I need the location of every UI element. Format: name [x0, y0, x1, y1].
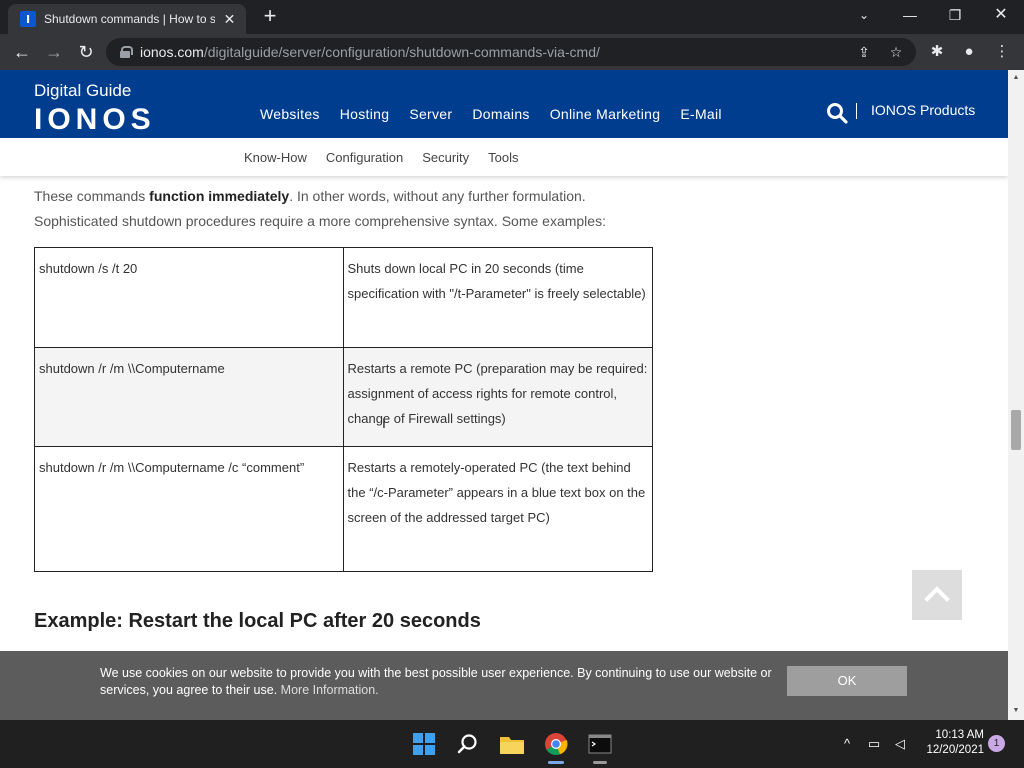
subnav-configuration[interactable]: Configuration [326, 150, 403, 165]
scroll-up-arrow-icon[interactable]: ▲ [1012, 74, 1020, 82]
browser-tab[interactable]: I Shutdown commands | How to sh ✕ [8, 4, 246, 34]
intro-bold: function immediately [149, 188, 290, 204]
notification-badge[interactable]: 1 [988, 735, 1005, 752]
chrome-icon [545, 733, 568, 756]
sub-nav: Know-How Configuration Security Tools [0, 138, 1008, 176]
more-information-link[interactable]: More Information. [281, 683, 379, 697]
close-window-button[interactable]: ✕ [987, 4, 1015, 26]
nav-domains[interactable]: Domains [472, 106, 529, 122]
search-taskbar-button[interactable] [452, 728, 484, 760]
bookmark-star-icon[interactable]: ☆ [886, 42, 906, 62]
file-explorer-button[interactable] [496, 728, 528, 760]
page-viewport: Digital Guide IONOS Websites Hosting Ser… [0, 70, 1008, 720]
new-tab-button[interactable]: + [258, 5, 282, 29]
main-nav: Websites Hosting Server Domains Online M… [260, 106, 742, 122]
ionos-products-link[interactable]: IONOS Products [871, 102, 975, 118]
tab-search-icon[interactable]: ⌄ [850, 4, 878, 26]
digital-guide-label[interactable]: Digital Guide [34, 81, 131, 101]
clock-date: 12/20/2021 [926, 744, 984, 756]
terminal-taskbar-button[interactable] [584, 728, 616, 764]
address-bar[interactable]: ionos.com/digitalguide/server/configurat… [106, 38, 916, 66]
windows-logo-icon [413, 733, 435, 755]
network-icon[interactable]: ▭ [864, 734, 884, 754]
subnav-security[interactable]: Security [422, 150, 469, 165]
example-heading: Example: Restart the local PC after 20 s… [34, 610, 481, 632]
terminal-icon [588, 734, 612, 754]
lock-icon[interactable] [120, 46, 133, 58]
magnifier-icon [457, 734, 477, 754]
nav-email[interactable]: E-Mail [680, 106, 721, 122]
reload-icon[interactable]: ↻ [74, 40, 98, 64]
intro-paragraph: These commands function immediately. In … [34, 184, 654, 234]
nav-online-marketing[interactable]: Online Marketing [550, 106, 661, 122]
description-cell: Restarts a remote PC (preparation may be… [342, 347, 654, 447]
subnav-tools[interactable]: Tools [488, 150, 518, 165]
page-scrollbar[interactable]: ▲ ▼ [1008, 70, 1024, 720]
cookie-text: We use cookies on our website to provide… [100, 666, 772, 697]
close-tab-icon[interactable]: ✕ [221, 11, 238, 28]
active-indicator [548, 761, 564, 764]
volume-muted-icon[interactable]: ◁ [890, 734, 910, 754]
command-cell: shutdown /r /m \\Computername [34, 347, 344, 447]
ionos-logo[interactable]: IONOS [34, 103, 156, 137]
ionos-favicon-icon: I [20, 11, 36, 27]
profile-avatar-icon[interactable]: ● [959, 42, 979, 62]
chevron-up-tray-icon[interactable]: ^ [837, 734, 857, 754]
chevron-up-icon [924, 586, 950, 612]
table-row: shutdown /r /m \\Computername Restarts a… [34, 347, 654, 447]
url-domain: ionos.com [140, 44, 204, 60]
browser-toolbar: ← → ↻ ionos.com/digitalguide/server/conf… [0, 34, 1024, 70]
system-clock[interactable]: 10:13 AM 12/20/2021 [916, 728, 984, 758]
extensions-puzzle-icon[interactable]: ✱ [927, 42, 947, 62]
minimize-button[interactable]: — [896, 4, 924, 26]
clock-time: 10:13 AM [935, 729, 984, 741]
description-cell: Restarts a remotely-operated PC (the tex… [342, 446, 654, 572]
nav-hosting[interactable]: Hosting [340, 106, 390, 122]
site-header: Digital Guide IONOS Websites Hosting Ser… [0, 70, 1008, 138]
search-icon[interactable] [826, 102, 848, 124]
tab-title: Shutdown commands | How to sh [44, 12, 215, 26]
share-icon[interactable]: ⇪ [854, 42, 874, 62]
cookie-banner: We use cookies on our website to provide… [0, 651, 1008, 720]
scroll-down-arrow-icon[interactable]: ▼ [1012, 707, 1020, 715]
subnav-know-how[interactable]: Know-How [244, 150, 307, 165]
taskbar: ^ ▭ ◁ 10:13 AM 12/20/2021 1 [0, 720, 1024, 768]
tab-strip: I Shutdown commands | How to sh ✕ + ⌄ — … [0, 0, 1024, 34]
commands-table: shutdown /s /t 20 Shuts down local PC in… [34, 247, 654, 572]
nav-server[interactable]: Server [409, 106, 452, 122]
command-cell: shutdown /r /m \\Computername /c “commen… [34, 446, 344, 572]
header-divider [856, 103, 857, 119]
chrome-taskbar-button[interactable] [540, 728, 572, 764]
restore-button[interactable]: ❐ [941, 4, 969, 26]
table-row: shutdown /s /t 20 Shuts down local PC in… [34, 247, 654, 348]
text-cursor-icon: I [382, 415, 386, 431]
scroll-to-top-button[interactable] [912, 570, 962, 620]
cookie-message: We use cookies on our website to provide… [100, 665, 780, 699]
running-indicator [593, 761, 607, 764]
description-cell: Shuts down local PC in 20 seconds (time … [342, 247, 654, 348]
intro-prefix: These commands [34, 188, 150, 204]
nav-websites[interactable]: Websites [260, 106, 320, 122]
scroll-thumb[interactable] [1011, 410, 1021, 450]
start-button[interactable] [408, 728, 440, 760]
back-icon[interactable]: ← [10, 40, 34, 64]
table-row: shutdown /r /m \\Computername /c “commen… [34, 446, 654, 572]
forward-icon[interactable]: → [42, 40, 66, 64]
url-path: /digitalguide/server/configuration/shutd… [203, 44, 600, 60]
folder-icon [500, 737, 524, 754]
cookie-ok-button[interactable]: OK [787, 666, 907, 696]
chrome-menu-icon[interactable]: ⋮ [992, 42, 1012, 62]
command-cell: shutdown /s /t 20 [34, 247, 344, 348]
